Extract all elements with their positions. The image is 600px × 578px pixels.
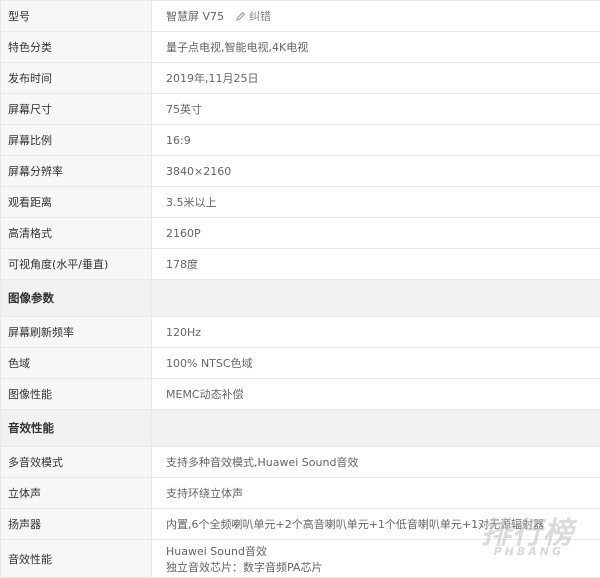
spec-label: 图像性能 bbox=[1, 379, 152, 409]
spec-value: 120Hz bbox=[152, 317, 600, 347]
spec-row: 音效性能 Huawei Sound音效 独立音效芯片：数字音频PA芯片 bbox=[1, 540, 600, 578]
spec-value: 支持环绕立体声 bbox=[152, 478, 600, 508]
correction-link[interactable]: 纠错 bbox=[236, 8, 271, 24]
spec-label: 扬声器 bbox=[1, 509, 152, 539]
spec-label: 特色分类 bbox=[1, 32, 152, 62]
spec-row: 色域 100% NTSC色域 bbox=[1, 348, 600, 379]
spec-label: 立体声 bbox=[1, 478, 152, 508]
spec-row-model: 型号 智慧屏 V75 纠错 bbox=[1, 1, 600, 32]
spec-label: 屏幕比例 bbox=[1, 125, 152, 155]
spec-row: 可视角度(水平/垂直) 178度 bbox=[1, 249, 600, 280]
spec-value: Huawei Sound音效 独立音效芯片：数字音频PA芯片 bbox=[152, 540, 600, 577]
spec-label: 音效性能 bbox=[1, 540, 152, 577]
spec-row: 屏幕尺寸 75英寸 bbox=[1, 94, 600, 125]
correction-label: 纠错 bbox=[249, 8, 271, 24]
spec-row: 多音效模式 支持多种音效模式,Huawei Sound音效 bbox=[1, 447, 600, 478]
spec-value: 100% NTSC色域 bbox=[152, 348, 600, 378]
section-title: 图像参数 bbox=[1, 280, 152, 316]
spec-row: 观看距离 3.5米以上 bbox=[1, 187, 600, 218]
spec-value: MEMC动态补偿 bbox=[152, 379, 600, 409]
spec-label: 屏幕尺寸 bbox=[1, 94, 152, 124]
spec-value-line: 独立音效芯片：数字音频PA芯片 bbox=[166, 559, 322, 575]
spec-label: 屏幕刷新频率 bbox=[1, 317, 152, 347]
spec-row: 图像性能 MEMC动态补偿 bbox=[1, 379, 600, 410]
spec-value: 178度 bbox=[152, 249, 600, 279]
spec-row: 特色分类 量子点电视,智能电视,4K电视 bbox=[1, 32, 600, 63]
spec-row: 立体声 支持环绕立体声 bbox=[1, 478, 600, 509]
spec-value: 2160P bbox=[152, 218, 600, 248]
model-name: 智慧屏 V75 bbox=[166, 8, 224, 24]
section-title: 音效性能 bbox=[1, 410, 152, 446]
spec-label: 多音效模式 bbox=[1, 447, 152, 477]
spec-table: 型号 智慧屏 V75 纠错 特色分类 量子点电视,智能电视,4K电视 发布时间 … bbox=[0, 0, 600, 578]
spec-row: 屏幕分辨率 3840×2160 bbox=[1, 156, 600, 187]
spec-label: 屏幕分辨率 bbox=[1, 156, 152, 186]
spec-row: 发布时间 2019年,11月25日 bbox=[1, 63, 600, 94]
section-header-audio: 音效性能 bbox=[1, 410, 600, 447]
spec-value: 3.5米以上 bbox=[152, 187, 600, 217]
spec-row: 屏幕刷新频率 120Hz bbox=[1, 317, 600, 348]
section-header-image: 图像参数 bbox=[1, 280, 600, 317]
spec-label: 可视角度(水平/垂直) bbox=[1, 249, 152, 279]
spec-row: 扬声器 内置,6个全频喇叭单元+2个高音喇叭单元+1个低音喇叭单元+1对无源辐射… bbox=[1, 509, 600, 540]
section-spacer bbox=[152, 410, 600, 446]
spec-value: 75英寸 bbox=[152, 94, 600, 124]
pencil-icon bbox=[236, 11, 246, 21]
spec-value: 3840×2160 bbox=[152, 156, 600, 186]
spec-value: 支持多种音效模式,Huawei Sound音效 bbox=[152, 447, 600, 477]
spec-label: 发布时间 bbox=[1, 63, 152, 93]
section-spacer bbox=[152, 280, 600, 316]
spec-value-line: Huawei Sound音效 bbox=[166, 543, 267, 559]
spec-label: 观看距离 bbox=[1, 187, 152, 217]
spec-label: 色域 bbox=[1, 348, 152, 378]
spec-label: 型号 bbox=[1, 1, 152, 31]
spec-row: 屏幕比例 16:9 bbox=[1, 125, 600, 156]
spec-value: 量子点电视,智能电视,4K电视 bbox=[152, 32, 600, 62]
spec-row: 高清格式 2160P bbox=[1, 218, 600, 249]
spec-value: 智慧屏 V75 纠错 bbox=[152, 1, 600, 31]
spec-value: 16:9 bbox=[152, 125, 600, 155]
spec-label: 高清格式 bbox=[1, 218, 152, 248]
spec-value: 2019年,11月25日 bbox=[152, 63, 600, 93]
spec-value: 内置,6个全频喇叭单元+2个高音喇叭单元+1个低音喇叭单元+1对无源辐射器 bbox=[152, 509, 600, 539]
